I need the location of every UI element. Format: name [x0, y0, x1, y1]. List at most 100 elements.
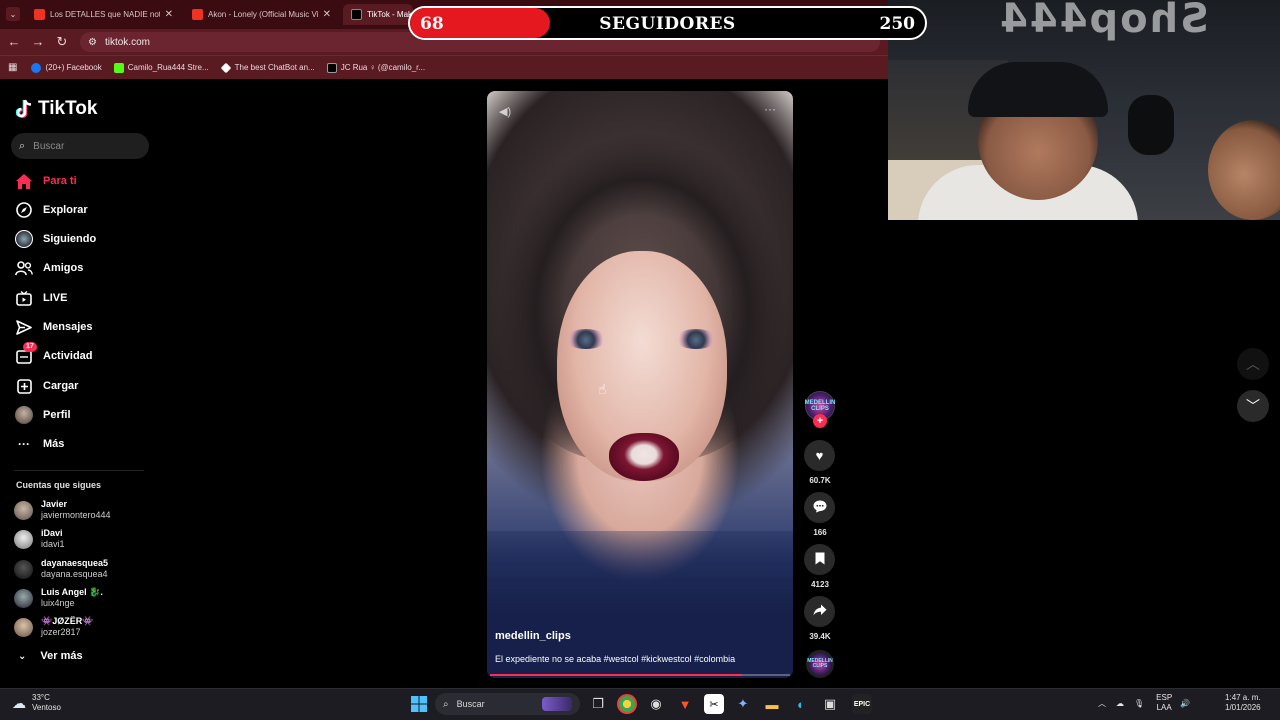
video-frame-mouth — [609, 433, 679, 481]
tiktok-logo[interactable]: TikTok — [15, 98, 98, 120]
search-highlight-icon — [542, 697, 572, 711]
tab-search-icon[interactable]: ⌄ — [6, 7, 20, 21]
brave-icon[interactable]: ▼ — [675, 694, 695, 714]
followed-account[interactable]: Luis Angel 🐉. luix4nge — [14, 585, 103, 611]
bookmark-tiktok-profile[interactable]: JC Rua ♀ (@camilo_r... — [326, 62, 425, 73]
nav-item-para-ti[interactable]: Para ti — [14, 171, 77, 191]
volume-icon[interactable]: ◀) — [499, 105, 511, 118]
like-button[interactable]: ♥ — [804, 440, 835, 471]
follower-goal: 250 — [879, 14, 916, 34]
youtube-icon — [34, 9, 45, 20]
microphone-icon[interactable]: 🎙 — [1134, 699, 1144, 708]
chevron-up-icon[interactable]: ︿ — [1098, 698, 1106, 709]
file-explorer-icon[interactable]: ▬ — [762, 694, 782, 714]
followed-account[interactable]: dayanaesquea5 dayana.esquea4 — [14, 556, 108, 582]
epic-games-icon[interactable]: EPIC — [852, 694, 872, 714]
chatbot-icon — [220, 62, 231, 73]
nav-label: Mensajes — [43, 321, 93, 333]
windows-start-icon[interactable] — [409, 694, 429, 714]
creator-avatar-text: MEDELLIN CLIPS — [804, 400, 836, 412]
follow-button[interactable]: + — [813, 414, 827, 428]
close-icon[interactable]: ✕ — [165, 9, 173, 20]
account-name: Javier — [41, 499, 68, 509]
next-video-button[interactable]: ﹀ — [1237, 390, 1269, 422]
logo-text: TikTok — [38, 98, 98, 119]
browser-tab[interactable]: Los DETALLES que NADIE notó ✕ — [26, 4, 181, 25]
onedrive-icon[interactable]: ☁ — [1116, 699, 1124, 708]
see-more-button[interactable]: ⌄ Ver más — [18, 650, 83, 662]
nav-item-mensajes[interactable]: Mensajes — [14, 317, 93, 337]
reload-icon[interactable]: ↻ — [54, 34, 70, 50]
browser-tab[interactable]: Akon - Lonely (Official Music Vi ✕ — [184, 4, 339, 25]
github-icon[interactable]: ◉ — [646, 694, 666, 714]
store-icon[interactable]: ▣ — [820, 694, 840, 714]
bookmark-kick[interactable]: Camilo_Rua444 Stre... — [113, 62, 209, 73]
edge-icon[interactable]: ◐ — [791, 694, 811, 714]
lang-bottom: LAA — [1156, 703, 1172, 712]
bookmark-facebook[interactable]: (20+) Facebook — [31, 62, 102, 73]
following-avatar-icon — [14, 230, 34, 248]
account-handle: luix4nge — [41, 598, 75, 608]
avatar — [14, 588, 33, 608]
apps-grid-icon[interactable]: ▦ — [8, 62, 17, 73]
nav-item-amigos[interactable]: Amigos — [14, 258, 83, 278]
capcut-icon[interactable]: ✂ — [704, 694, 724, 714]
following-section-title: Cuentas que sigues — [16, 480, 102, 490]
lang-top: ESP — [1156, 693, 1173, 702]
close-icon[interactable]: ✕ — [323, 9, 331, 20]
nav-label: Para ti — [43, 175, 77, 187]
followed-account[interactable]: Javier javiermontero444 — [14, 497, 111, 523]
avatar — [14, 500, 33, 520]
account-name: Luis Angel 🐉. — [41, 587, 103, 597]
nav-item-explorar[interactable]: Explorar — [14, 200, 88, 220]
bookmark-label: (20+) Facebook — [45, 63, 102, 72]
search-icon: ⌕ — [443, 698, 449, 710]
avatar — [14, 559, 33, 579]
tab-title: Los DETALLES que NADIE notó — [50, 10, 160, 19]
nav-item-perfil[interactable]: Perfil — [14, 405, 71, 425]
volume-icon[interactable]: 🔊 — [1180, 699, 1190, 708]
nav-item-live[interactable]: LIVE — [14, 288, 67, 308]
followed-account[interactable]: iDavi idavi1 — [14, 526, 65, 552]
account-name: 👾JØZËR👾 — [41, 616, 94, 626]
profile-avatar-icon — [14, 406, 34, 424]
followed-account[interactable]: 👾JØZËR👾 jozer2817 — [14, 614, 93, 640]
account-handle: jozer2817 — [41, 627, 81, 637]
save-button[interactable] — [804, 544, 835, 575]
site-settings-icon[interactable]: ⚙ — [88, 37, 97, 48]
taskbar-search[interactable]: ⌕ Buscar — [435, 693, 580, 715]
video-progress-bar[interactable] — [490, 674, 790, 676]
nav-item-mas[interactable]: ··· Más — [14, 434, 64, 454]
search-input[interactable]: ⌕ Buscar — [11, 133, 149, 159]
comment-button[interactable] — [804, 492, 835, 523]
copilot-icon[interactable]: ✦ — [733, 694, 753, 714]
comment-icon — [813, 500, 827, 516]
language-indicator[interactable]: ESP LAA — [1156, 693, 1172, 713]
video-player[interactable] — [487, 91, 793, 678]
weather-widget[interactable]: ☁ 33°C Ventoso — [12, 693, 61, 713]
forward-icon[interactable]: → — [30, 34, 46, 49]
previous-video-button[interactable]: ︿ — [1237, 348, 1269, 380]
tiktok-favicon-icon — [351, 9, 362, 20]
chevron-down-icon: ﹀ — [1246, 398, 1260, 414]
video-author[interactable]: medellin_clips — [495, 630, 571, 642]
share-button[interactable] — [804, 596, 835, 627]
clock[interactable]: 1:47 a. m. 1/01/2026 — [1225, 693, 1261, 713]
nav-item-siguiendo[interactable]: Siguiendo — [14, 229, 96, 249]
video-caption[interactable]: El expediente no se acaba #westcol #kick… — [495, 654, 735, 664]
chrome-icon[interactable] — [617, 694, 637, 714]
webcam-feed: Shop444 — [888, 0, 1280, 220]
nav-item-actividad[interactable]: 17 Actividad — [14, 342, 93, 366]
task-view-icon[interactable]: ❐ — [588, 694, 608, 714]
more-options-icon[interactable]: ··· — [764, 102, 776, 116]
browser-tab-active[interactable]: TikTok - Mak — [343, 4, 413, 25]
music-disc[interactable]: MEDELLIN CLIPS — [806, 650, 834, 678]
back-icon[interactable]: ← — [6, 34, 22, 49]
more-dots-icon: ··· — [18, 437, 30, 451]
account-name: dayanaesquea5 — [41, 558, 109, 568]
chevron-up-icon: ︿ — [1246, 356, 1260, 372]
bookmark-chatbot[interactable]: The best ChatBot an... — [220, 62, 315, 73]
nav-item-cargar[interactable]: Cargar — [14, 376, 78, 396]
weather-desc: Ventoso — [32, 703, 61, 712]
weather-temp: 33°C — [32, 693, 50, 702]
